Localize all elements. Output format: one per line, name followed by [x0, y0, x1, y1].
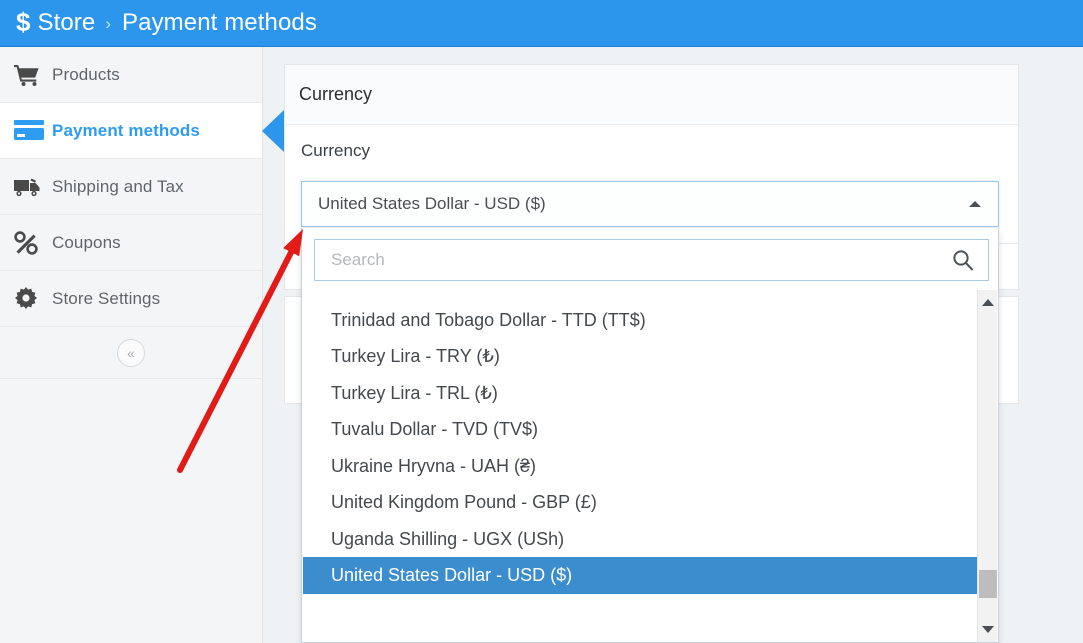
- sidebar-filler: [0, 379, 262, 643]
- search-box[interactable]: [314, 239, 989, 281]
- dropdown-option[interactable]: Trinidad and Tobago Dollar - TTD (TT$): [303, 302, 978, 339]
- sidebar-item-label: Products: [52, 64, 120, 84]
- currency-card-body: Currency: [285, 125, 1018, 161]
- sidebar-item-store-settings[interactable]: Store Settings: [0, 271, 262, 327]
- sidebar-item-label: Store Settings: [52, 288, 161, 308]
- search-input[interactable]: [315, 240, 952, 280]
- dropdown-scrollbar[interactable]: [977, 290, 997, 642]
- dollar-sign-icon: $: [16, 7, 31, 37]
- sidebar-item-coupons[interactable]: Coupons: [0, 215, 262, 271]
- dropdown-option[interactable]: Turkey Lira - TRY (₺): [303, 338, 978, 375]
- dropdown-option[interactable]: Uganda Shilling - UGX (USh): [303, 521, 978, 558]
- app-root: $ Store › Payment methods Products Payme…: [0, 0, 1083, 643]
- shopping-cart-icon: [14, 60, 52, 90]
- top-header: $ Store › Payment methods: [0, 0, 1083, 47]
- currency-card-header: Currency: [285, 65, 1018, 125]
- sidebar-collapse-row: «: [0, 327, 262, 379]
- sidebar-item-shipping-and-tax[interactable]: Shipping and Tax: [0, 159, 262, 215]
- breadcrumb-separator-icon: ›: [105, 14, 112, 33]
- currency-select-value: United States Dollar - USD ($): [318, 194, 546, 213]
- dropdown-option[interactable]: Turkey Lira - TRL (₺): [303, 375, 978, 412]
- sidebar: Products Payment methods Shipping and Ta…: [0, 47, 284, 643]
- caret-up-icon[interactable]: [969, 201, 981, 207]
- dropdown-option[interactable]: United States Dollar - USD ($): [303, 557, 978, 594]
- breadcrumb-store[interactable]: Store: [37, 9, 95, 37]
- currency-select[interactable]: United States Dollar - USD ($): [301, 181, 999, 227]
- currency-dropdown-panel: Tunisian Dinar - TND (د.ت)Trinidad and T…: [301, 228, 999, 643]
- dropdown-option[interactable]: Tuvalu Dollar - TVD (TV$): [303, 411, 978, 448]
- dropdown-option[interactable]: Tunisian Dinar - TND (د.ت): [303, 293, 978, 302]
- currency-option-list[interactable]: Tunisian Dinar - TND (د.ت)Trinidad and T…: [303, 293, 978, 642]
- search-icon[interactable]: [952, 249, 974, 271]
- breadcrumb-current: Payment methods: [122, 9, 317, 36]
- scrollbar-thumb[interactable]: [979, 570, 997, 598]
- gear-icon: [14, 284, 52, 314]
- chevron-double-left-icon: «: [127, 344, 135, 361]
- breadcrumb: $ Store › Payment methods: [0, 9, 317, 37]
- dropdown-search-wrap: [302, 228, 998, 281]
- credit-card-icon: [14, 116, 52, 146]
- option-list-scroll-content: Tunisian Dinar - TND (د.ت)Trinidad and T…: [303, 293, 978, 594]
- currency-field-label: Currency: [301, 141, 370, 160]
- card-title: Currency: [299, 84, 373, 104]
- dropdown-option[interactable]: United Kingdom Pound - GBP (£): [303, 484, 978, 521]
- truck-icon: [14, 172, 52, 202]
- sidebar-item-payment-methods[interactable]: Payment methods: [0, 103, 284, 159]
- sidebar-item-products[interactable]: Products: [0, 47, 262, 103]
- sidebar-item-label: Payment methods: [52, 120, 200, 140]
- collapse-sidebar-button[interactable]: «: [117, 338, 145, 367]
- sidebar-item-label: Coupons: [52, 232, 121, 252]
- dropdown-option[interactable]: Ukraine Hryvna - UAH (₴): [303, 448, 978, 485]
- scroll-down-arrow-icon[interactable]: [978, 620, 998, 638]
- scroll-up-arrow-icon[interactable]: [978, 293, 998, 311]
- sidebar-item-label: Shipping and Tax: [52, 176, 184, 196]
- active-pointer-icon: [262, 109, 284, 152]
- percent-icon: [14, 228, 52, 258]
